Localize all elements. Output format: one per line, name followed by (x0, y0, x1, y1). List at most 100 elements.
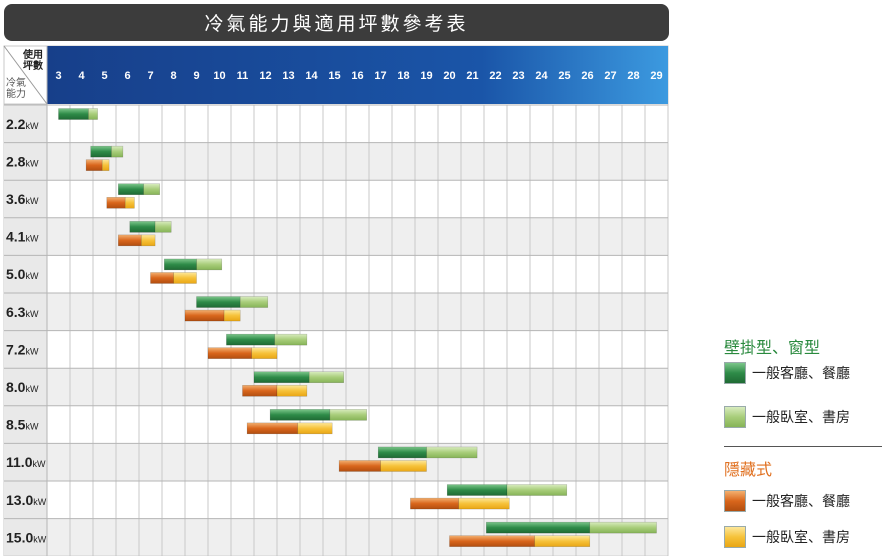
legend-label: 一般客廳、餐廳 (752, 494, 850, 510)
bar-concealed-living (150, 272, 174, 284)
bar-concealed-living (184, 309, 225, 322)
bar-concealed-living (207, 347, 252, 359)
bar-wall-living (486, 521, 591, 534)
x-tick-label: 5 (101, 70, 107, 82)
bar-concealed-bedroom (380, 460, 427, 472)
swatch-green-dark (724, 362, 746, 384)
bar-wall-bedroom (308, 371, 344, 383)
x-tick-label: 11 (237, 70, 249, 82)
bar-wall-bedroom (143, 183, 160, 195)
x-tick-label: 9 (193, 70, 199, 82)
legend-label: 一般客廳、餐廳 (752, 366, 850, 382)
bar-wall-living (446, 484, 508, 496)
x-tick-label: 6 (124, 70, 130, 82)
bar-wall-bedroom (589, 521, 657, 534)
swatch-green-light (724, 406, 746, 428)
bar-wall-living (118, 183, 144, 195)
row-background (47, 105, 668, 143)
bar-concealed-bedroom (297, 422, 333, 435)
bar-wall-living (164, 258, 197, 271)
bar-concealed-living (338, 460, 381, 472)
x-tick-label: 24 (535, 70, 548, 82)
corner-label-bottom: 能力 (6, 87, 26, 100)
bar-wall-bedroom (239, 296, 269, 308)
x-tick-label: 19 (420, 70, 432, 82)
row-background (47, 330, 668, 369)
bar-concealed-living (118, 234, 142, 247)
bar-wall-bedroom (154, 221, 172, 233)
legend-group2-title: 隱藏式 (724, 456, 772, 480)
x-tick-label: 29 (650, 70, 662, 82)
x-tick-label: 13 (282, 70, 294, 82)
x-tick-label: 21 (466, 70, 478, 82)
bar-concealed-bedroom (458, 497, 510, 510)
bar-wall-bedroom (506, 484, 568, 496)
legend-divider (724, 446, 882, 447)
bar-wall-living (253, 371, 310, 383)
legend-wall-window-heading: 壁掛型、窗型 (724, 338, 821, 357)
bar-concealed-living (106, 197, 126, 209)
row-background (47, 293, 668, 331)
bar-wall-bedroom (196, 258, 223, 271)
x-tick-label: 3 (55, 70, 61, 82)
x-tick-label: 16 (351, 70, 363, 82)
bar-wall-bedroom (274, 333, 308, 346)
legend-group2-item1: 一般客廳、餐廳 (724, 490, 850, 512)
row-background (47, 368, 668, 406)
bar-concealed-bedroom (276, 385, 308, 397)
bar-concealed-bedroom (141, 234, 156, 247)
row-background (47, 481, 668, 519)
bar-wall-bedroom (88, 108, 98, 120)
legend-concealed-heading: 隱藏式 (724, 460, 773, 479)
x-tick-label: 22 (489, 70, 501, 82)
swatch-orange-dark (724, 490, 746, 512)
corner-label-top: 使用 (22, 48, 43, 61)
x-tick-label: 18 (397, 70, 409, 82)
x-tick-label: 12 (259, 70, 271, 82)
x-tick-label: 17 (374, 70, 386, 82)
x-tick-label: 26 (581, 70, 593, 82)
x-tick-label: 10 (213, 70, 225, 82)
legend-label: 一般臥室、書房 (752, 410, 850, 426)
bar-concealed-living (246, 422, 298, 435)
bar-wall-living (129, 221, 156, 233)
bar-concealed-bedroom (101, 159, 110, 171)
bar-concealed-living (449, 535, 535, 547)
legend-group1-item1: 一般客廳、餐廳 (724, 362, 850, 384)
corner-label-bottom: 冷氣 (6, 76, 26, 89)
corner-label-top: 坪數 (23, 59, 43, 72)
bar-concealed-bedroom (223, 309, 241, 322)
x-tick-label: 15 (328, 70, 340, 82)
x-tick-label: 20 (443, 70, 455, 82)
bar-wall-living (196, 296, 241, 308)
legend-group1-title: 壁掛型、窗型 (724, 334, 820, 358)
bar-wall-living (377, 446, 427, 459)
row-background (47, 142, 668, 181)
bar-wall-living (90, 145, 112, 158)
bar-wall-bedroom (426, 446, 478, 459)
bar-concealed-bedroom (124, 197, 135, 209)
x-tick-label: 8 (170, 70, 176, 82)
bar-wall-bedroom (111, 145, 124, 158)
bar-concealed-living (410, 497, 459, 510)
x-tick-label: 4 (78, 70, 85, 82)
row-background (47, 255, 668, 293)
legend-group2-item2: 一般臥室、書房 (724, 526, 850, 548)
x-tick-label: 7 (147, 70, 153, 82)
bar-concealed-bedroom (251, 347, 278, 359)
bar-wall-living (226, 333, 275, 346)
bar-concealed-living (242, 385, 278, 397)
swatch-orange-light (724, 526, 746, 548)
legend-group1-item2: 一般臥室、書房 (724, 406, 850, 428)
bar-wall-bedroom (329, 409, 367, 421)
x-tick-label: 23 (512, 70, 524, 82)
x-tick-label: 28 (627, 70, 639, 82)
bar-wall-living (58, 108, 89, 120)
legend-label: 一般臥室、書房 (752, 530, 850, 546)
bar-concealed-living (85, 159, 103, 171)
bar-wall-living (269, 409, 331, 421)
x-tick-label: 27 (604, 70, 616, 82)
x-tick-label: 14 (305, 70, 318, 82)
bar-concealed-bedroom (173, 272, 197, 284)
bar-concealed-bedroom (534, 535, 591, 547)
